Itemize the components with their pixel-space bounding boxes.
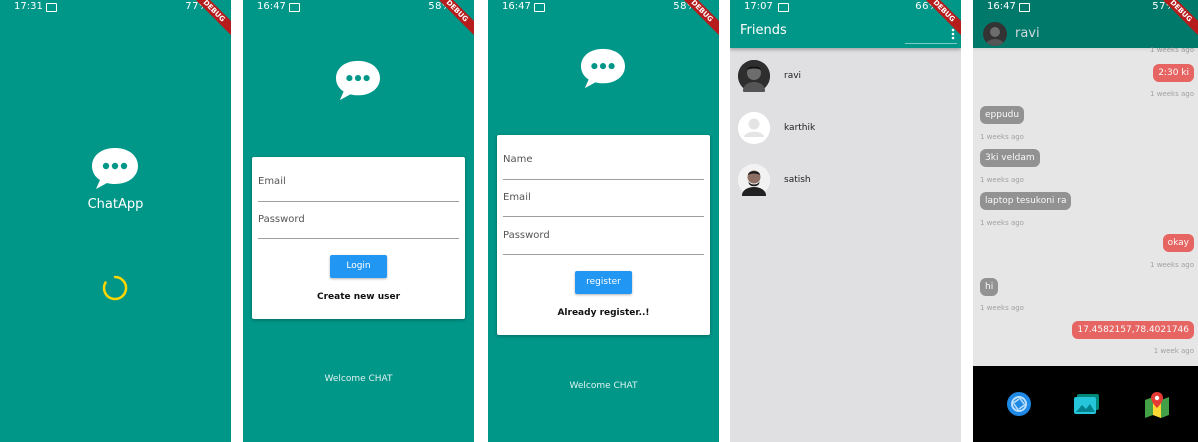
app-name: ChatApp <box>87 197 144 212</box>
attachment-sheet <box>973 366 1198 442</box>
status-time: 17:31 <box>14 1 43 12</box>
splash-screen: 17:31 77% DEBUG ChatApp <box>0 0 231 442</box>
message-list: 1 weeks ago 2:30 ki 1 weeks ago eppudu 1… <box>973 46 1198 366</box>
email-field[interactable]: Email <box>258 171 459 202</box>
camera-icon[interactable] <box>1005 390 1033 418</box>
create-new-user-link[interactable]: Create new user <box>252 292 465 302</box>
message-timestamp: 1 weeks ago <box>1150 261 1194 269</box>
image-notification-icon <box>1019 3 1030 12</box>
contact-name: ravi <box>1015 26 1040 41</box>
password-field[interactable]: Password <box>258 209 459 239</box>
register-button[interactable]: register <box>575 271 632 294</box>
chat-bubble-icon <box>336 60 380 101</box>
loading-spinner <box>102 275 128 301</box>
friend-name: karthik <box>784 123 816 133</box>
message-timestamp: 1 weeks ago <box>980 304 1024 312</box>
chat-screen: 16:47 57% ravi DEBUG 1 weeks ago 2:30 ki… <box>973 0 1198 442</box>
login-button[interactable]: Login <box>330 255 387 278</box>
message-timestamp: 1 weeks ago <box>980 176 1024 184</box>
status-bar: 16:47 58% <box>488 0 719 14</box>
list-item[interactable]: ravi <box>738 60 953 100</box>
message-bubble-sent: okay <box>1162 234 1194 252</box>
avatar <box>738 164 770 203</box>
status-time: 16:47 <box>987 1 1016 12</box>
list-item[interactable]: satish <box>738 164 953 204</box>
message-timestamp: 1 weeks ago <box>1150 90 1194 98</box>
message-bubble-received: eppudu <box>980 106 1025 124</box>
status-time: 16:47 <box>257 1 286 12</box>
password-field[interactable]: Password <box>503 224 704 255</box>
default-avatar-icon <box>738 112 770 144</box>
app-bar-underline <box>905 43 957 44</box>
image-notification-icon <box>778 3 789 12</box>
list-item[interactable]: karthik <box>738 112 953 152</box>
chat-bubble-icon <box>581 48 625 89</box>
app-bar: 16:47 57% ravi <box>973 0 1198 48</box>
avatar <box>738 60 770 98</box>
already-registered-link[interactable]: Already register..! <box>497 308 710 318</box>
email-placeholder: Email <box>503 192 531 203</box>
message-timestamp: 1 weeks ago <box>980 133 1024 141</box>
register-screen: 16:47 58% DEBUG Name Email Password regi… <box>488 0 719 442</box>
message-bubble-sent: 2:30 ki <box>1153 64 1194 82</box>
friends-screen: 17:07 66% Friends DEBUG ravi karthik sat… <box>730 0 961 442</box>
name-field[interactable]: Name <box>503 149 704 180</box>
status-bar: 17:07 66% <box>730 0 961 14</box>
message-timestamp: 1 weeks ago <box>980 219 1024 227</box>
message-bubble-sent: 17.4582157,78.4021746 <box>1072 321 1194 339</box>
image-notification-icon <box>46 3 57 12</box>
status-bar: 17:31 77% <box>0 0 231 14</box>
image-notification-icon <box>534 3 545 12</box>
chat-bubble-icon <box>92 148 138 189</box>
image-notification-icon <box>289 3 300 12</box>
friend-name: satish <box>784 175 811 185</box>
password-placeholder: Password <box>258 214 305 225</box>
message-timestamp: 1 weeks ago <box>1150 46 1194 54</box>
page-title: Friends <box>740 23 787 38</box>
register-card: Name Email Password register Already reg… <box>497 135 710 335</box>
contact-avatar[interactable] <box>983 22 1007 46</box>
email-placeholder: Email <box>258 176 286 187</box>
password-placeholder: Password <box>503 230 550 241</box>
status-time: 16:47 <box>502 1 531 12</box>
email-field[interactable]: Email <box>503 187 704 217</box>
message-bubble-received: hi <box>980 278 999 296</box>
app-bar: 17:07 66% Friends <box>730 0 961 48</box>
welcome-text: Welcome CHAT <box>324 374 393 384</box>
message-bubble-received: 3ki veldam <box>980 149 1040 167</box>
status-time: 17:07 <box>744 1 773 12</box>
status-bar: 16:47 58% <box>243 0 474 14</box>
gallery-icon[interactable] <box>1073 392 1101 416</box>
login-card: Email Password Login Create new user <box>252 157 465 319</box>
location-icon[interactable] <box>1143 390 1171 418</box>
friend-name: ravi <box>784 71 802 81</box>
welcome-text: Welcome CHAT <box>569 381 638 391</box>
message-timestamp: 1 week ago <box>1153 347 1194 355</box>
name-placeholder: Name <box>503 154 533 165</box>
message-bubble-received: laptop tesukoni ra <box>980 192 1072 210</box>
login-screen: 16:47 58% DEBUG Email Password Login Cre… <box>243 0 474 442</box>
